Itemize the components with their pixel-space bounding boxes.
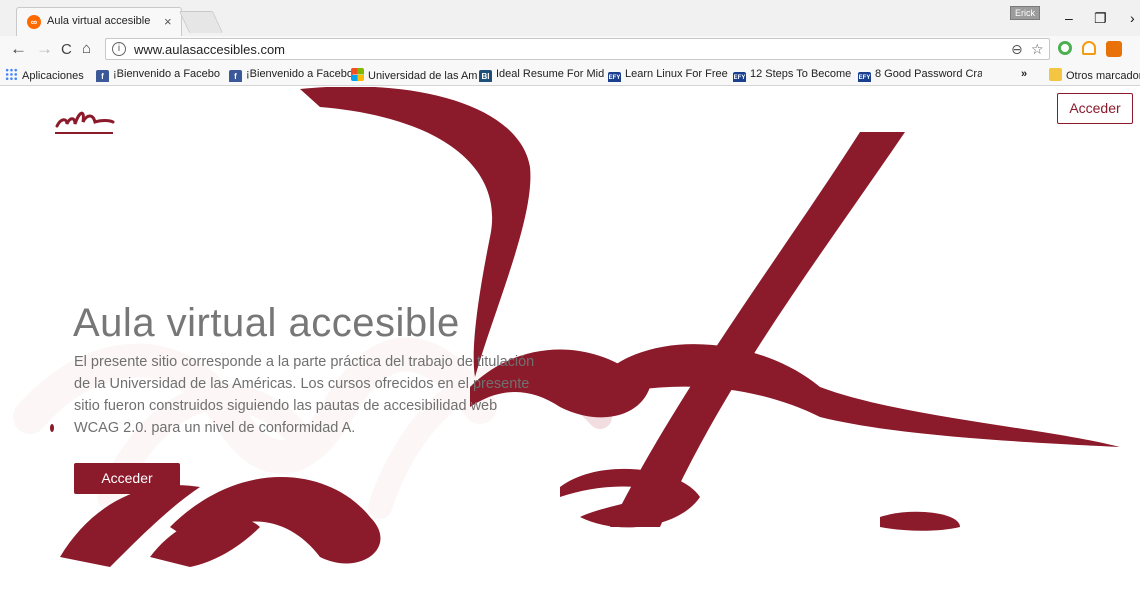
page-title: Aula virtual accesible — [73, 301, 460, 345]
browser-title-bar: ∞ Aula virtual accesible × Erick – ❐ › — [0, 0, 1140, 36]
bookmark-item[interactable]: EFY 12 Steps To Become A — [733, 68, 853, 82]
chevron-right-icon[interactable]: › — [1130, 10, 1135, 26]
facebook-icon: f — [96, 70, 109, 82]
bookmark-label: Otros marcador — [1066, 70, 1140, 82]
bookmark-label: Aplicaciones — [22, 70, 84, 82]
login-button-hero[interactable]: Acceder — [74, 463, 180, 494]
tab-close-icon[interactable]: × — [164, 14, 172, 29]
apps-grid-icon — [5, 68, 18, 81]
minimize-icon[interactable]: – — [1065, 10, 1073, 26]
bookmark-folder-other[interactable]: Otros marcador — [1049, 68, 1140, 82]
bookmark-star-icon[interactable]: ☆ — [1031, 41, 1044, 58]
efy-icon: EFY — [858, 72, 871, 82]
extension-orange-icon[interactable] — [1106, 41, 1122, 57]
info-icon[interactable]: i — [112, 42, 126, 56]
new-tab-button[interactable] — [178, 11, 224, 33]
tab-title: Aula virtual accesible — [47, 15, 151, 27]
reload-icon[interactable]: C — [61, 41, 72, 58]
bookmark-label: 12 Steps To Become A — [750, 68, 853, 80]
extension-circle-icon[interactable] — [1058, 41, 1072, 55]
bookmark-item[interactable]: f ¡Bienvenido a Facebo — [229, 68, 356, 82]
bi-icon: BI — [479, 70, 492, 82]
login-button-header[interactable]: Acceder — [1057, 93, 1133, 124]
bookmark-label: Universidad de las Am — [368, 70, 478, 82]
zoom-icon[interactable]: ⊖ — [1011, 41, 1023, 58]
bookmark-label: 8 Good Password Cra — [875, 68, 982, 80]
address-bar[interactable]: i www.aulasaccesibles.com ⊖ ☆ — [105, 38, 1050, 60]
bookmark-item[interactable]: EFY Learn Linux For Free F — [608, 68, 730, 82]
profile-button[interactable]: Erick — [1010, 6, 1040, 20]
efy-icon: EFY — [733, 72, 746, 82]
back-arrow-icon[interactable]: ← — [10, 39, 27, 59]
folder-icon — [1049, 68, 1062, 81]
bookmark-item[interactable]: EFY 8 Good Password Cra — [858, 68, 982, 82]
url-text: www.aulasaccesibles.com — [134, 42, 286, 57]
bookmarks-bar: Aplicaciones f ¡Bienvenido a Facebo f ¡Bie… — [0, 64, 1140, 86]
bookmark-label: ¡Bienvenido a Facebo — [113, 68, 221, 80]
bookmark-label: Ideal Resume For Mid — [496, 68, 604, 80]
facebook-icon: f — [229, 70, 242, 82]
forward-arrow-icon[interactable]: → — [36, 39, 53, 59]
browser-toolbar: ← → C ⌂ i www.aulasaccesibles.com ⊖ ☆ — [0, 36, 1140, 64]
extension-user-icon[interactable] — [1082, 41, 1096, 55]
bookmark-item[interactable]: f ¡Bienvenido a Facebo — [96, 68, 223, 82]
bookmark-item[interactable]: BI Ideal Resume For Mid — [479, 68, 604, 82]
bookmark-label: ¡Bienvenido a Facebo — [246, 68, 354, 80]
bookmark-item[interactable]: Universidad de las Am — [351, 68, 478, 82]
hero-description: El presente sitio corresponde a la parte… — [74, 354, 535, 436]
bookmarks-overflow-button[interactable]: » — [1021, 68, 1027, 82]
browser-tab[interactable]: ∞ Aula virtual accesible × — [16, 7, 182, 36]
udla-logo[interactable] — [53, 104, 115, 140]
restore-icon[interactable]: ❐ — [1094, 10, 1107, 27]
home-icon[interactable]: ⌂ — [82, 40, 91, 57]
windows-icon — [351, 68, 364, 81]
site-favicon-icon: ∞ — [27, 15, 41, 29]
bookmark-label: Learn Linux For Free F — [625, 68, 730, 80]
bookmark-apps[interactable]: Aplicaciones — [5, 68, 84, 82]
web-page: Acceder Aula virtual accesible El presen… — [0, 87, 1140, 599]
efy-icon: EFY — [608, 72, 621, 82]
